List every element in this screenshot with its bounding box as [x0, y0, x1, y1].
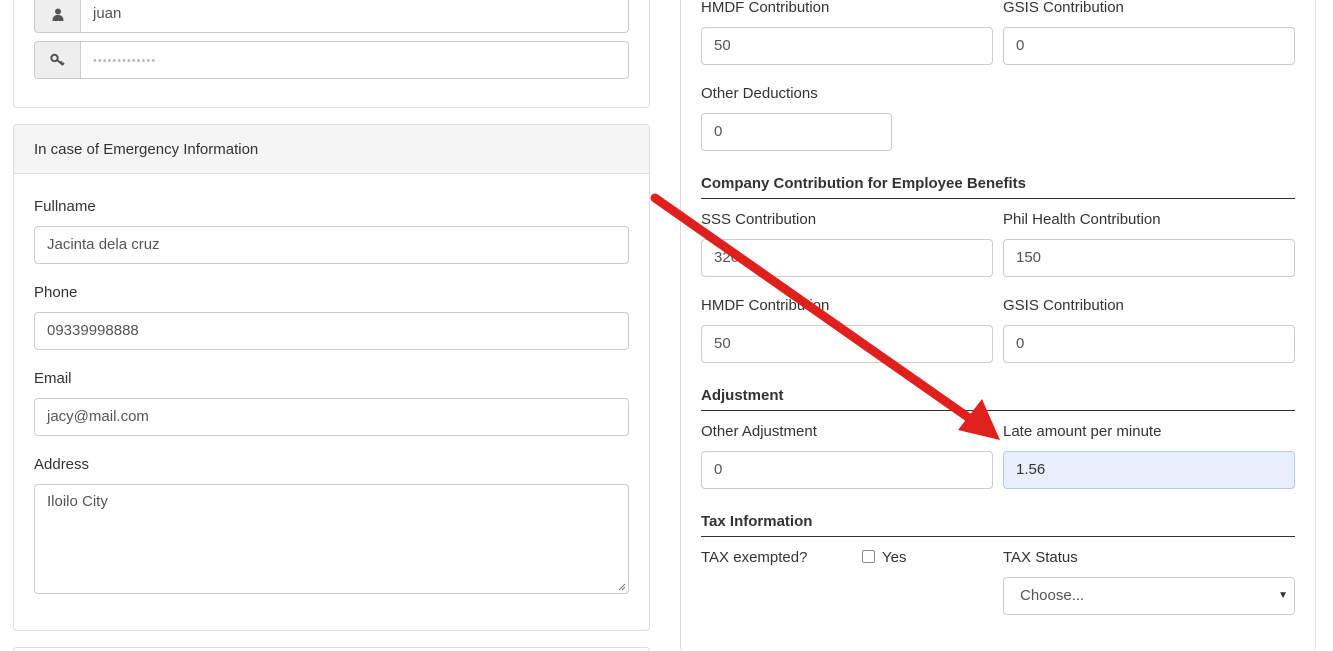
tax-status-label: TAX Status — [1003, 549, 1078, 566]
other-adjustment-label: Other Adjustment — [701, 423, 817, 440]
philhealth-contribution-input[interactable]: 150 — [1003, 239, 1295, 277]
hmdf-contribution-label: HMDF Contribution — [701, 0, 830, 16]
password-input[interactable]: ••••••••••••• — [80, 41, 629, 79]
emergency-panel-title: In case of Emergency Information — [34, 141, 259, 158]
company-gsis-contribution-label: GSIS Contribution — [1003, 297, 1124, 314]
tax-information-divider — [701, 536, 1295, 537]
tax-status-selected: Choose... — [1020, 587, 1085, 604]
next-panel — [13, 647, 650, 651]
user-icon — [52, 8, 63, 21]
phone-label: Phone — [34, 284, 78, 301]
late-amount-input[interactable]: 1.56 — [1003, 451, 1295, 489]
fullname-input[interactable]: Jacinta dela cruz — [34, 226, 629, 264]
adjustment-divider — [701, 410, 1295, 411]
username-addon — [34, 0, 80, 33]
email-label: Email — [34, 370, 72, 387]
tax-exempted-checkbox[interactable] — [862, 550, 875, 563]
tax-exempted-label: TAX exempted? — [701, 549, 808, 566]
tax-exempted-yes-label[interactable]: Yes — [882, 549, 906, 566]
emergency-panel-heading: In case of Emergency Information — [14, 125, 649, 174]
other-deductions-input[interactable]: 0 — [701, 113, 892, 151]
gsis-contribution-label: GSIS Contribution — [1003, 0, 1124, 16]
other-deductions-label: Other Deductions — [701, 85, 818, 102]
company-hmdf-contribution-label: HMDF Contribution — [701, 297, 830, 314]
company-contribution-divider — [701, 198, 1295, 199]
phone-input[interactable]: 09339998888 — [34, 312, 629, 350]
password-placeholder: ••••••••••••• — [93, 55, 157, 67]
company-gsis-contribution-input[interactable]: 0 — [1003, 325, 1295, 363]
username-input[interactable]: juan — [80, 0, 629, 33]
address-value: Iloilo City — [47, 493, 108, 510]
tax-information-title: Tax Information — [701, 513, 813, 530]
password-addon — [34, 41, 80, 79]
sss-contribution-input[interactable]: 326 — [701, 239, 993, 277]
address-label: Address — [34, 456, 90, 473]
hmdf-contribution-input[interactable]: 50 — [701, 27, 993, 65]
adjustment-title: Adjustment — [701, 387, 784, 404]
caret-down-icon: ▼ — [1278, 590, 1288, 601]
other-adjustment-input[interactable]: 0 — [701, 451, 993, 489]
fullname-label: Fullname — [34, 198, 96, 215]
late-amount-label: Late amount per minute — [1003, 423, 1162, 440]
email-input[interactable]: jacy@mail.com — [34, 398, 629, 436]
gsis-contribution-input[interactable]: 0 — [1003, 27, 1295, 65]
philhealth-contribution-label: Phil Health Contribution — [1003, 211, 1161, 228]
key-icon — [49, 53, 65, 66]
company-hmdf-contribution-input[interactable]: 50 — [701, 325, 993, 363]
resize-grip-icon[interactable] — [617, 582, 626, 591]
sss-contribution-label: SSS Contribution — [701, 211, 817, 228]
company-contribution-title: Company Contribution for Employee Benefi… — [701, 175, 1027, 192]
address-textarea[interactable]: Iloilo City — [34, 484, 629, 594]
tax-status-select[interactable]: Choose... ▼ — [1003, 577, 1295, 615]
